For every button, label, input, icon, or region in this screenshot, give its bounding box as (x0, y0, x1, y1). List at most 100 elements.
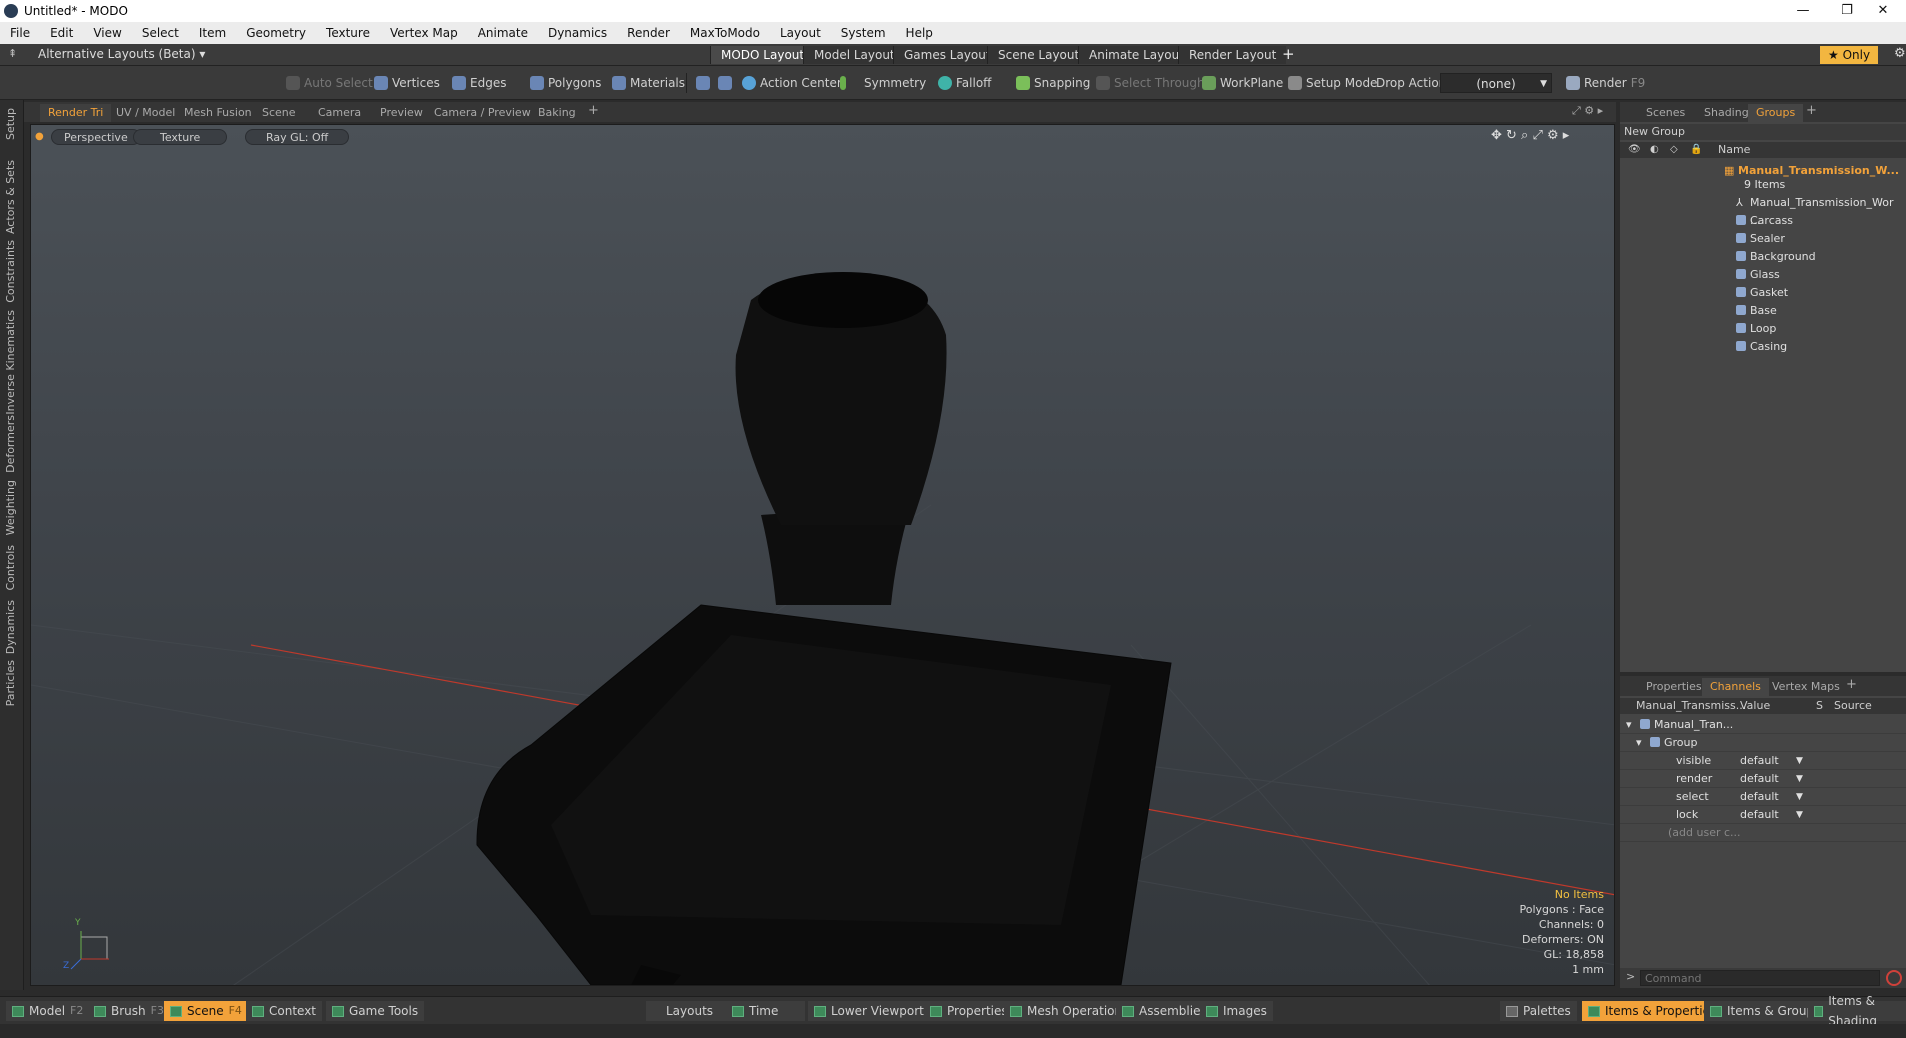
workplane-button[interactable]: WorkPlane (1198, 73, 1287, 93)
tab-modo-layout[interactable]: MODO Layout (710, 46, 815, 64)
tab-scene-layout[interactable]: Scene Layout (987, 46, 1090, 64)
menu-dynamics[interactable]: Dynamics (538, 26, 617, 40)
menu-item[interactable]: Item (189, 26, 236, 40)
tab-uv-model[interactable]: UV / Model (108, 104, 183, 122)
vtab-controls[interactable]: Controls (4, 545, 17, 591)
tab-camera[interactable]: Camera (310, 104, 369, 122)
vtab-particles[interactable]: Particles (4, 660, 17, 706)
vtab-setup[interactable]: Setup (4, 108, 17, 140)
items-shading-button[interactable]: Items & Shading (1808, 994, 1906, 1028)
view-type-dropdown[interactable]: Perspective (51, 129, 141, 145)
tab-scenes[interactable]: Scenes (1638, 104, 1693, 122)
game-tools-button[interactable]: Game Tools (326, 1001, 425, 1021)
pin-icon[interactable]: ⇞ (8, 47, 17, 60)
time-button[interactable]: Time (726, 1001, 805, 1021)
menu-vertex-map[interactable]: Vertex Map (380, 26, 468, 40)
context-button[interactable]: Context (246, 1001, 323, 1021)
lock-icon[interactable]: 🔒 (1690, 142, 1702, 158)
tab-properties[interactable]: Properties (1638, 678, 1710, 696)
list-item[interactable]: Carcass (1620, 212, 1906, 230)
viewport-nav-icons[interactable]: ✥ ↻ ⌕ ⤢ ⚙ ▸ (1491, 128, 1569, 143)
list-item[interactable]: Glass (1620, 266, 1906, 284)
falloff-button[interactable]: Falloff (934, 73, 995, 93)
palettes-button[interactable]: Palettes (1500, 1001, 1577, 1021)
tab-render-tri[interactable]: Render Tri (40, 104, 112, 122)
new-group-button[interactable]: New Group (1620, 124, 1906, 140)
tab-vertex-maps[interactable]: Vertex Maps (1764, 678, 1848, 696)
menu-render[interactable]: Render (617, 26, 680, 40)
channel-root-row[interactable]: ▾ Manual_Tran... (1620, 716, 1906, 734)
vtab-constraints[interactable]: Constraints (4, 240, 17, 303)
drop-action-select[interactable]: (none) ▼ (1440, 73, 1552, 93)
shading-dropdown[interactable]: Texture (133, 129, 228, 145)
tab-mesh-fusion[interactable]: Mesh Fusion (176, 104, 260, 122)
edges-button[interactable]: Edges (448, 73, 510, 93)
brush-button[interactable]: Brush F3 (88, 1001, 170, 1021)
tab-groups[interactable]: Groups (1748, 104, 1804, 122)
tab-games-layout[interactable]: Games Layout (893, 46, 1001, 64)
materials-button[interactable]: Materials (608, 73, 689, 93)
table-row[interactable]: select default ▼ (1620, 788, 1906, 806)
snapping-button[interactable]: Snapping (1012, 73, 1094, 93)
tab-model-layout[interactable]: Model Layout (803, 46, 905, 64)
menu-file[interactable]: File (0, 26, 40, 40)
close-button[interactable]: ✕ (1860, 0, 1906, 22)
render-toggle-icon[interactable]: ◐ (1650, 142, 1659, 158)
add-viewport-tab-button[interactable]: + (580, 102, 607, 120)
symmetry-button[interactable]: Symmetry (836, 73, 930, 93)
vtab-dynamics[interactable]: Dynamics (4, 600, 17, 654)
menu-help[interactable]: Help (896, 26, 943, 40)
chevron-down-icon[interactable]: ▼ (1796, 770, 1803, 788)
item-mode-button[interactable] (714, 73, 736, 93)
eye-icon[interactable]: 👁 (1628, 142, 1641, 158)
images-button[interactable]: Images (1200, 1001, 1273, 1021)
menu-view[interactable]: View (83, 26, 131, 40)
3d-viewport[interactable]: ● Perspective Texture Ray GL: Off ✥ ↻ ⌕ … (30, 124, 1615, 986)
table-row[interactable]: visible default ▼ (1620, 752, 1906, 770)
tab-render-layout[interactable]: Render Layout (1178, 46, 1287, 64)
list-item[interactable]: Gasket (1620, 284, 1906, 302)
setup-mode-button[interactable]: Setup Mode (1284, 73, 1381, 93)
menu-select[interactable]: Select (132, 26, 189, 40)
scene-button[interactable]: Scene F4 (164, 1001, 248, 1021)
chevron-down-icon[interactable]: ▼ (1796, 806, 1803, 824)
gear-icon[interactable]: ⚙ (1894, 46, 1906, 61)
command-input[interactable] (1640, 970, 1880, 986)
auto-select-button[interactable]: Auto Select (282, 73, 377, 93)
assemblies-button[interactable]: Assemblies (1116, 1001, 1213, 1021)
chevron-down-icon[interactable]: ▼ (1796, 752, 1803, 770)
list-item[interactable]: Background (1620, 248, 1906, 266)
viewport-options-icon[interactable]: ⤢ ⚙ ▸ (1572, 104, 1603, 118)
list-item[interactable]: Base (1620, 302, 1906, 320)
table-row[interactable]: lock default ▼ (1620, 806, 1906, 824)
vertices-button[interactable]: Vertices (370, 73, 444, 93)
menu-texture[interactable]: Texture (316, 26, 380, 40)
menu-system[interactable]: System (831, 26, 896, 40)
tab-preview[interactable]: Preview (372, 104, 431, 122)
record-button[interactable] (1886, 970, 1902, 986)
items-properties-button[interactable]: Items & Properties (1582, 1001, 1723, 1021)
raygl-toggle[interactable]: Ray GL: Off (245, 129, 350, 145)
add-panel-tab-button[interactable]: + (1838, 676, 1865, 694)
tab-camera-preview[interactable]: Camera / Preview (426, 104, 539, 122)
menu-geometry[interactable]: Geometry (236, 26, 316, 40)
menu-edit[interactable]: Edit (40, 26, 83, 40)
tab-animate-layout[interactable]: Animate Layout (1078, 46, 1194, 64)
tab-baking[interactable]: Baking (530, 104, 584, 122)
add-layout-button[interactable]: + (1282, 45, 1295, 63)
add-user-channel-row[interactable]: (add user c... (1620, 824, 1906, 842)
channel-group-row[interactable]: ▾ Group (1620, 734, 1906, 752)
alternative-layouts-dropdown[interactable]: Alternative Layouts (Beta) ▾ (38, 47, 205, 61)
only-button[interactable]: ★ Only (1820, 46, 1879, 64)
menu-animate[interactable]: Animate (468, 26, 538, 40)
list-item[interactable]: Loop (1620, 320, 1906, 338)
list-item[interactable]: ⅄ Manual_Transmission_Wor ... (1620, 194, 1906, 227)
viewport-menu-icon[interactable]: ● (35, 131, 44, 142)
tab-scene[interactable]: Scene (254, 104, 304, 122)
mesh-operations-button[interactable]: Mesh Operations (1004, 1001, 1135, 1021)
minimize-button[interactable]: — (1780, 0, 1826, 22)
select-through-button[interactable]: Select Through (1092, 73, 1209, 93)
lower-viewports-button[interactable]: Lower Viewports (808, 1001, 937, 1021)
select-toggle-icon[interactable]: ◇ (1670, 142, 1678, 158)
render-button[interactable]: Render F9 (1562, 73, 1649, 93)
